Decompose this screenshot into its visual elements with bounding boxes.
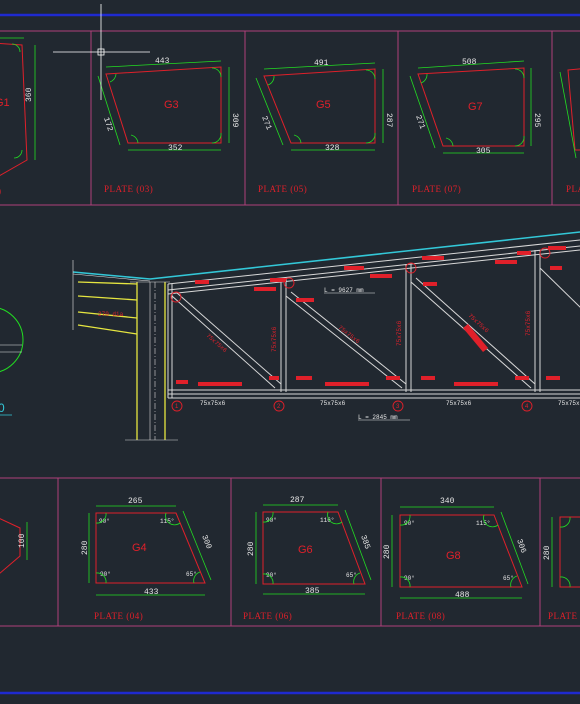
- plate-g8-dim-top: 340: [440, 497, 455, 506]
- plate-g6-dim-slant: 385: [358, 534, 371, 551]
- plate-g3-dim-top: 443: [155, 57, 170, 66]
- plate-g8-angle-4: 65°: [503, 575, 514, 582]
- plate-g10-dim-left: 280: [543, 545, 552, 560]
- cad-drawing-canvas[interactable]: 360 G1 ) 443 309 172 352 G3 PLATE (03) 4…: [0, 0, 580, 704]
- detail-label: 0: [0, 401, 5, 415]
- plate-g4-name: G4: [132, 542, 147, 554]
- plate-g3-dim-side: 309: [230, 113, 239, 128]
- plate-g3-label: PLATE (03): [104, 184, 153, 194]
- plate-g8-dim-left: 280: [383, 544, 392, 559]
- plate-g7-dim-bottom: 305: [476, 147, 491, 156]
- gusset-plates: [176, 246, 566, 386]
- plate-g5-dim-bottom: 328: [325, 144, 340, 153]
- plate-g3-dim-left: 172: [101, 116, 114, 133]
- node-label-3: 3: [396, 404, 400, 410]
- member-size-3: 75x75x6: [446, 400, 472, 407]
- plate-g5-label: PLATE (05): [258, 184, 307, 194]
- truss-elevation[interactable]: 270 dia 1 2 3 4 L = 9627 mm L = 2845 mm …: [72, 231, 580, 441]
- plate-g5[interactable]: 491 287 271 328 G5 PLATE (05): [255, 59, 393, 194]
- plate-g5-name: G5: [316, 99, 331, 111]
- plate-g10-label: PLATE: [548, 611, 578, 621]
- plate-g7-name: G7: [468, 101, 483, 113]
- plate-g2-dim: 100: [18, 533, 27, 548]
- plate-g3[interactable]: 443 309 172 352 G3 PLATE (03): [97, 57, 239, 194]
- plate-g4-dim-bottom: 433: [144, 588, 159, 597]
- top-chord-length: L = 9627 mm: [324, 287, 364, 294]
- plate-g6-dim-left: 280: [247, 541, 256, 556]
- plate-g6[interactable]: 287 280 385 385 G6 PLATE (06) 90° 116° 9…: [243, 496, 372, 621]
- plate-g7-dim-top: 508: [462, 58, 477, 67]
- member-size-2: 75x75x6: [320, 400, 346, 407]
- plate-g8-label: PLATE (08): [396, 611, 445, 621]
- plate-g6-label: PLATE (06): [243, 611, 292, 621]
- plate-g6-dim-bottom: 385: [305, 587, 320, 596]
- plate-g4-dim-top: 265: [128, 497, 143, 506]
- plate-g1-label: ): [0, 186, 2, 196]
- plate-g6-name: G6: [298, 544, 313, 556]
- plate-g4-angle-4: 65°: [186, 571, 197, 578]
- plate-g1-name: G1: [0, 97, 10, 109]
- bottom-chord-length: L = 2845 mm: [358, 414, 398, 421]
- plate-g9-label: PLA: [566, 184, 580, 194]
- node-label-4: 4: [525, 404, 529, 410]
- member-size-v2: 75x75x6: [396, 320, 403, 346]
- column-note: 270 dia: [98, 311, 124, 318]
- plate-g4[interactable]: 265 280 300 433 G4 PLATE (04) 90° 115° 9…: [81, 497, 213, 621]
- member-size-v1: 75x75x6: [271, 326, 278, 352]
- top-chord: [167, 239, 580, 295]
- plate-g2-partial[interactable]: 100: [0, 515, 28, 580]
- bottom-chord: [168, 389, 580, 399]
- plate-g8-name: G8: [446, 550, 461, 562]
- plate-g7-dim-side: 295: [532, 113, 541, 128]
- plate-g4-dim-slant: 300: [199, 534, 213, 551]
- plate-g4-dim-left: 280: [81, 540, 90, 555]
- member-size-1: 75x75x6: [200, 400, 226, 407]
- plate-g7-label: PLATE (07): [412, 184, 461, 194]
- member-size-d2: 75x75x6: [337, 324, 361, 345]
- column: [77, 281, 166, 440]
- plate-g9-partial[interactable]: PLA: [559, 68, 580, 194]
- cad-crosshair-cursor: [53, 4, 150, 100]
- member-size-v3: 75x75x6: [525, 310, 532, 336]
- plate-g4-label: PLATE (04): [94, 611, 143, 621]
- truss-diagonals: [171, 267, 580, 389]
- plate-g8[interactable]: 340 280 306 488 G8 PLATE (08) 90° 115° 9…: [383, 497, 529, 621]
- plate-g5-dim-side: 287: [384, 113, 393, 128]
- plate-g5-dim-top: 491: [314, 59, 329, 68]
- plate-g5-dim-left: 271: [259, 115, 273, 132]
- plate-g1-dim-side: 360: [25, 87, 34, 102]
- plate-g3-name: G3: [164, 99, 179, 111]
- node-label-1: 1: [175, 404, 179, 410]
- detail-circle[interactable]: 0: [0, 307, 24, 416]
- node-label-2: 2: [277, 404, 281, 410]
- plate-g8-dim-bottom: 488: [455, 591, 470, 600]
- member-size-4: 75x75x6: [558, 400, 580, 407]
- truss-node-markers: [170, 247, 551, 412]
- plate-g3-dim-bottom: 352: [168, 144, 183, 153]
- top-plates-row: [0, 30, 580, 206]
- plate-g6-angle-4: 65°: [346, 572, 357, 579]
- plate-g10-partial[interactable]: 280 PLATE: [543, 516, 580, 621]
- plate-g1[interactable]: 360 G1 ): [0, 37, 36, 196]
- plate-g7[interactable]: 508 295 271 305 G7 PLATE (07): [409, 58, 541, 194]
- plate-g7-dim-left: 271: [413, 114, 426, 131]
- roof-sheeting: [72, 231, 580, 280]
- plate-g6-dim-top: 287: [290, 496, 305, 505]
